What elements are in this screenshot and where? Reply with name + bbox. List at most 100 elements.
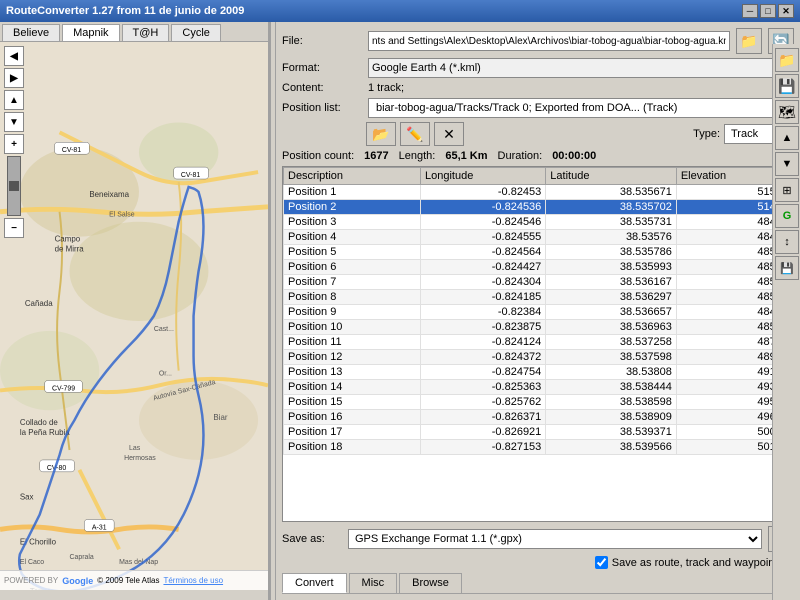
cell-lon: -0.826371 — [421, 410, 546, 425]
cell-lon: -0.824427 — [421, 260, 546, 275]
cell-lon: -0.824546 — [421, 215, 546, 230]
col-description[interactable]: Description — [284, 168, 421, 185]
duration-label: Duration: — [498, 150, 543, 162]
zoom-slider[interactable] — [7, 156, 21, 216]
svg-text:A-31: A-31 — [92, 524, 107, 531]
table-row[interactable]: Position 12 -0.824372 38.537598 489 m — [284, 350, 793, 365]
close-button[interactable]: ✕ — [778, 4, 794, 18]
cell-lon: -0.825363 — [421, 380, 546, 395]
right-toolbar: 📁 💾 🗺 ▲ ▼ ⊞ G ↕ 💾 — [772, 44, 800, 600]
table-row[interactable]: Position 18 -0.827153 38.539566 501 m — [284, 440, 793, 455]
rt-btn-up[interactable]: ▲ — [775, 126, 799, 150]
map-area[interactable]: ◀ ▶ ▲ ▼ + − — [0, 42, 268, 590]
table-row[interactable]: Position 2 -0.824536 38.535702 514 m — [284, 200, 793, 215]
map-tab-tah[interactable]: T@H — [122, 24, 170, 41]
svg-text:Campo: Campo — [55, 235, 81, 244]
table-row[interactable]: Position 13 -0.824754 38.53808 491 m — [284, 365, 793, 380]
maximize-button[interactable]: □ — [760, 4, 776, 18]
rt-btn-down[interactable]: ▼ — [775, 152, 799, 176]
svg-text:Caprala: Caprala — [69, 554, 93, 561]
right-panel: File: 📁 🔄 Format: Content: 1 track; Posi… — [276, 22, 800, 600]
svg-text:El Caco: El Caco — [20, 559, 44, 566]
cell-lat: 38.539566 — [546, 440, 677, 455]
add-position-button[interactable]: 📂 — [366, 122, 396, 146]
cell-desc: Position 17 — [284, 425, 421, 440]
cell-lat: 38.53576 — [546, 230, 677, 245]
cell-desc: Position 7 — [284, 275, 421, 290]
map-tab-cycle[interactable]: Cycle — [171, 24, 221, 41]
cell-lat: 38.535993 — [546, 260, 677, 275]
table-row[interactable]: Position 9 -0.82384 38.536657 484 m — [284, 305, 793, 320]
cell-lat: 38.537598 — [546, 350, 677, 365]
edit-position-button[interactable]: ✏️ — [400, 122, 430, 146]
minimize-button[interactable]: ─ — [742, 4, 758, 18]
position-count-value: 1677 — [364, 150, 388, 162]
svg-text:Hermosas: Hermosas — [124, 455, 156, 462]
map-tab-believe[interactable]: Believe — [2, 24, 60, 41]
cell-desc: Position 1 — [284, 185, 421, 200]
position-count-row: Position count: 1677 Length: 65,1 Km Dur… — [282, 150, 794, 162]
table-row[interactable]: Position 10 -0.823875 38.536963 485 m — [284, 320, 793, 335]
file-input[interactable] — [368, 31, 730, 51]
svg-text:CV-81: CV-81 — [62, 147, 81, 154]
cell-lat: 38.536297 — [546, 290, 677, 305]
map-btn-left[interactable]: ◀ — [4, 46, 24, 66]
rt-btn-updown[interactable]: ↕ — [775, 230, 799, 254]
powered-by-label: POWERED BY — [4, 576, 58, 585]
bottom-bar: Save as: GPS Exchange Format 1.1 (*.gpx)… — [282, 526, 794, 569]
tab-browse[interactable]: Browse — [399, 573, 462, 593]
table-row[interactable]: Position 6 -0.824427 38.535993 485 m — [284, 260, 793, 275]
col-latitude[interactable]: Latitude — [546, 168, 677, 185]
data-table[interactable]: Description Longitude Latitude Elevation… — [282, 166, 794, 522]
google-label: Google — [62, 576, 93, 586]
svg-text:Cañada: Cañada — [25, 299, 53, 308]
rt-btn-1[interactable]: 📁 — [775, 48, 799, 72]
table-row[interactable]: Position 4 -0.824555 38.53576 484 m — [284, 230, 793, 245]
table-row[interactable]: Position 14 -0.825363 38.538444 493 m — [284, 380, 793, 395]
cell-lon: -0.825762 — [421, 395, 546, 410]
content-value: 1 track; — [368, 82, 404, 94]
table-row[interactable]: Position 7 -0.824304 38.536167 485 m — [284, 275, 793, 290]
terms-link[interactable]: Términos de uso — [163, 576, 223, 585]
save-as-select[interactable]: GPS Exchange Format 1.1 (*.gpx) Google E… — [348, 529, 762, 549]
map-btn-up[interactable]: ▲ — [4, 90, 24, 110]
map-btn-right[interactable]: ▶ — [4, 68, 24, 88]
rt-btn-3[interactable]: 🗺 — [775, 100, 799, 124]
format-input — [368, 58, 794, 78]
table-row[interactable]: Position 17 -0.826921 38.539371 500 m — [284, 425, 793, 440]
map-tab-mapnik[interactable]: Mapnik — [62, 24, 119, 41]
file-browse-button[interactable]: 📁 — [736, 28, 762, 54]
map-nav-tabs: Believe Mapnik T@H Cycle — [0, 22, 268, 42]
rt-btn-2[interactable]: 💾 — [775, 74, 799, 98]
table-row[interactable]: Position 3 -0.824546 38.535731 484 m — [284, 215, 793, 230]
cell-desc: Position 18 — [284, 440, 421, 455]
type-label: Type: — [693, 128, 720, 140]
table-row[interactable]: Position 8 -0.824185 38.536297 485 m — [284, 290, 793, 305]
rt-btn-globe[interactable]: G — [775, 204, 799, 228]
cell-lat: 38.535786 — [546, 245, 677, 260]
cell-lat: 38.536657 — [546, 305, 677, 320]
map-zoom-in[interactable]: + — [4, 134, 24, 154]
col-longitude[interactable]: Longitude — [421, 168, 546, 185]
table-row[interactable]: Position 5 -0.824564 38.535786 485 m — [284, 245, 793, 260]
tab-convert[interactable]: Convert — [282, 573, 347, 593]
rt-btn-grid[interactable]: ⊞ — [775, 178, 799, 202]
map-btn-down[interactable]: ▼ — [4, 112, 24, 132]
position-list-label: Position list: — [282, 102, 362, 114]
tab-misc[interactable]: Misc — [349, 573, 398, 593]
table-row[interactable]: Position 1 -0.82453 38.535671 515 m — [284, 185, 793, 200]
cell-desc: Position 11 — [284, 335, 421, 350]
position-list-select[interactable]: biar-tobog-agua/Tracks/Track 0; Exported… — [368, 98, 794, 118]
table-row[interactable]: Position 15 -0.825762 38.538598 495 m — [284, 395, 793, 410]
delete-position-button[interactable]: ✕ — [434, 122, 464, 146]
cell-desc: Position 8 — [284, 290, 421, 305]
cell-lon: -0.824754 — [421, 365, 546, 380]
table-row[interactable]: Position 11 -0.824124 38.537258 487 m — [284, 335, 793, 350]
map-copyright-bar: POWERED BY Google © 2009 Tele Atlas Térm… — [0, 570, 268, 590]
svg-text:Beneixama: Beneixama — [89, 190, 129, 199]
length-label: Length: — [399, 150, 436, 162]
table-row[interactable]: Position 16 -0.826371 38.538909 496 m — [284, 410, 793, 425]
map-zoom-out[interactable]: − — [4, 218, 24, 238]
save-all-checkbox[interactable] — [595, 556, 608, 569]
rt-btn-save2[interactable]: 💾 — [775, 256, 799, 280]
